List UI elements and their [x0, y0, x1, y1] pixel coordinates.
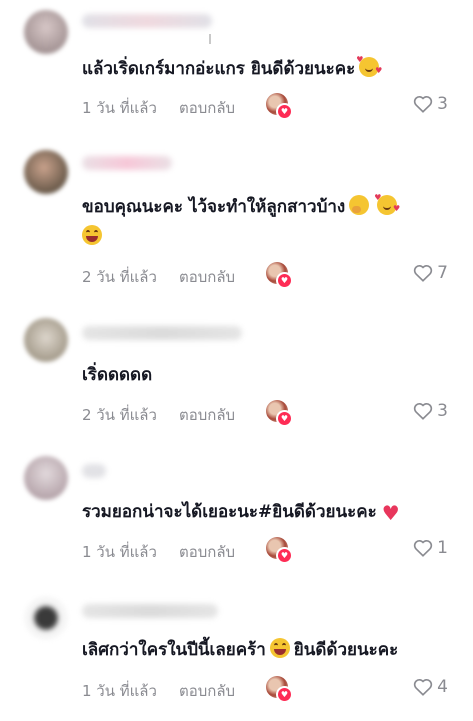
divider-mark [209, 34, 211, 44]
comment-text: เริ่ดดดดด [82, 360, 452, 390]
comment-text: ขอบคุณนะคะ ไว้จะทำให้ลูกสาวบ้าง [82, 192, 452, 222]
creator-liked-avatar: ♥ [266, 262, 293, 289]
comment-text-body: ขอบคุณนะคะ ไว้จะทำให้ลูกสาวบ้าง [82, 197, 346, 217]
like-count: 7 [437, 263, 448, 283]
heart-badge-icon: ♥ [276, 272, 293, 289]
creator-liked-avatar: ♥ [266, 400, 293, 427]
comment-text: แล้วเริ่ดเกร์มากอ่ะแกร ยินดีด้วยนะคะ [82, 54, 452, 84]
heart-outline-icon [414, 539, 433, 557]
avatar[interactable] [24, 318, 68, 362]
comment-meta: 1 วัน ที่แล้ว ตอบกลับ ♥ 4 [82, 676, 452, 703]
like-count: 3 [437, 94, 448, 114]
comment-text-body: เริ่ดดดดด [82, 365, 153, 385]
heart-outline-icon [414, 95, 433, 113]
like-count: 4 [437, 677, 448, 697]
face-with-hand-over-mouth-icon [349, 195, 370, 215]
like-count: 3 [437, 401, 448, 421]
heart-badge-icon: ♥ [276, 410, 293, 427]
username-blurred[interactable] [82, 326, 242, 340]
like-button[interactable]: 3 [413, 94, 448, 114]
heart-badge-icon: ♥ [276, 103, 293, 120]
comment-text: รวมยอกน่าจะได้เยอะนะ#ยินดีด้วยนะคะ ♥ [82, 497, 452, 527]
reply-button[interactable]: ตอบกลับ [179, 540, 235, 564]
reply-button[interactable]: ตอบกลับ [179, 403, 235, 427]
comment-text-body: แล้วเริ่ดเกร์มากอ่ะแกร ยินดีด้วยนะคะ [82, 59, 356, 79]
smiling-face-with-hearts-icon [356, 56, 382, 77]
avatar[interactable] [24, 10, 68, 54]
avatar[interactable] [24, 456, 68, 500]
heart-badge-icon: ♥ [276, 686, 293, 703]
smiling-face-with-hearts-icon [374, 194, 400, 215]
creator-liked-avatar: ♥ [266, 537, 293, 564]
heart-outline-icon [414, 678, 433, 696]
comment-text-body: เลิศกว่าใครในปีนี้เลยคร้า [82, 640, 266, 660]
heart-outline-icon [414, 264, 433, 282]
like-button[interactable]: 4 [413, 677, 448, 697]
comment-text: เลิศกว่าใครในปีนี้เลยคร้า ยินดีด้วยนะคะ [82, 635, 452, 665]
comment-time: 1 วัน ที่แล้ว [82, 99, 157, 117]
reply-button[interactable]: ตอบกลับ [179, 679, 235, 703]
creator-liked-avatar: ♥ [266, 676, 293, 703]
comment-meta: 2 วัน ที่แล้ว ตอบกลับ ♥ 3 [82, 400, 452, 427]
avatar[interactable] [24, 596, 68, 640]
comment-time: 1 วัน ที่แล้ว [82, 543, 157, 561]
comment-meta: 1 วัน ที่แล้ว ตอบกลับ ♥ 3 [82, 93, 452, 120]
comment-time: 1 วัน ที่แล้ว [82, 682, 157, 700]
like-button[interactable]: 1 [413, 538, 448, 558]
red-heart-icon: ♥ [381, 501, 400, 525]
avatar[interactable] [24, 150, 68, 194]
like-count: 1 [437, 538, 448, 558]
reply-button[interactable]: ตอบกลับ [179, 265, 235, 289]
creator-liked-avatar: ♥ [266, 93, 293, 120]
username-blurred[interactable] [82, 156, 172, 170]
username-blurred[interactable] [82, 604, 218, 618]
like-button[interactable]: 3 [413, 401, 448, 421]
comment-text-body: รวมยอกน่าจะได้เยอะนะ#ยินดีด้วยนะคะ [82, 502, 377, 522]
comment-time: 2 วัน ที่แล้ว [82, 406, 157, 424]
face-with-tears-of-joy-icon [269, 638, 290, 658]
comment-text-body-end: ยินดีด้วยนะคะ [293, 640, 399, 660]
comment-time: 2 วัน ที่แล้ว [82, 268, 157, 286]
like-button[interactable]: 7 [413, 263, 448, 283]
username-blurred[interactable] [82, 14, 212, 28]
comment-meta: 2 วัน ที่แล้ว ตอบกลับ ♥ 7 [82, 262, 452, 289]
username-blurred[interactable] [82, 464, 106, 478]
face-with-tears-of-joy-icon [82, 225, 102, 245]
comment-meta: 1 วัน ที่แล้ว ตอบกลับ ♥ 1 [82, 537, 452, 564]
heart-outline-icon [414, 402, 433, 420]
comment-text-line2 [78, 222, 448, 252]
reply-button[interactable]: ตอบกลับ [179, 96, 235, 120]
heart-badge-icon: ♥ [276, 547, 293, 564]
